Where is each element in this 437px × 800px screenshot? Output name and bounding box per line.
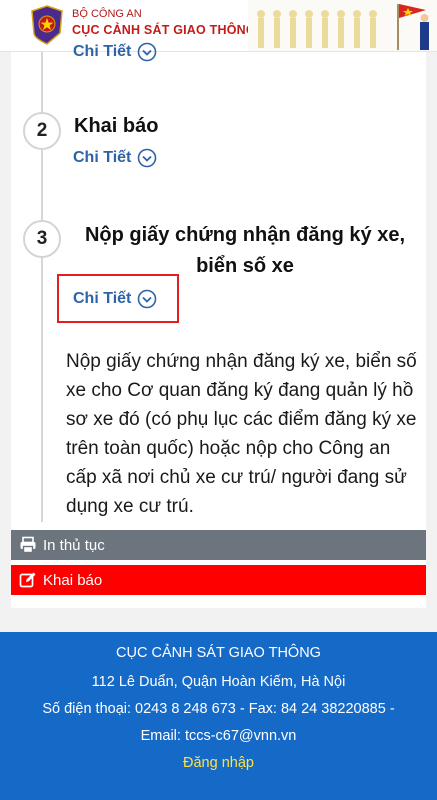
step-2-detail-link[interactable]: Chi Tiết [73, 148, 157, 168]
step-2-detail-label: Chi Tiết [73, 149, 132, 166]
footer-phone-fax: Số điện thoại: 0243 8 248 673 - Fax: 84 … [42, 701, 395, 717]
print-procedure-label: In thủ tục [43, 536, 105, 554]
footer-org-name: CỤC CẢNH SÁT GIAO THÔNG [116, 645, 321, 661]
parade-banner-image [248, 0, 437, 51]
declare-button[interactable]: Khai báo [11, 565, 426, 595]
step-2-number: 2 [23, 112, 61, 150]
step-3-number: 3 [23, 220, 61, 258]
footer-address: 112 Lê Duẩn, Quận Hoàn Kiếm, Hà Nội [91, 674, 346, 690]
department-name: CỤC CẢNH SÁT GIAO THÔNG [72, 23, 256, 37]
step-1-detail-label: Chi Tiết [73, 43, 132, 60]
chevron-down-circle-icon [138, 289, 157, 309]
site-header: BỘ CÔNG AN CỤC CẢNH SÁT GIAO THÔNG [0, 0, 437, 52]
procedure-steps-card: Chi Tiết 2 Khai báo Chi Tiết 3 Nộp giấy … [11, 42, 426, 608]
print-procedure-button[interactable]: In thủ tục [11, 530, 426, 560]
ministry-name: BỘ CÔNG AN [72, 8, 142, 20]
printer-icon [20, 536, 36, 554]
step-1-detail-link[interactable]: Chi Tiết [73, 42, 157, 62]
footer-email: Email: tccs-c67@vnn.vn [140, 728, 297, 744]
edit-icon [19, 572, 36, 588]
step-3-detail-link[interactable]: Chi Tiết [73, 289, 157, 309]
step-3-title-line-1: Nộp giấy chứng nhận đăng ký xe, [84, 224, 406, 246]
police-emblem-logo [31, 5, 63, 45]
declare-label: Khai báo [43, 571, 103, 589]
site-footer: CỤC CẢNH SÁT GIAO THÔNG 112 Lê Duẩn, Quậ… [0, 632, 437, 800]
step-3-detail-label: Chi Tiết [73, 290, 132, 307]
footer-login-link[interactable]: Đăng nhập [0, 755, 437, 771]
chevron-down-circle-icon [138, 42, 157, 62]
step-3-description: Nộp giấy chứng nhận đăng ký xe, biển số … [66, 351, 417, 517]
chevron-down-circle-icon [138, 148, 157, 168]
step-2-title: Khai báo [74, 115, 159, 137]
